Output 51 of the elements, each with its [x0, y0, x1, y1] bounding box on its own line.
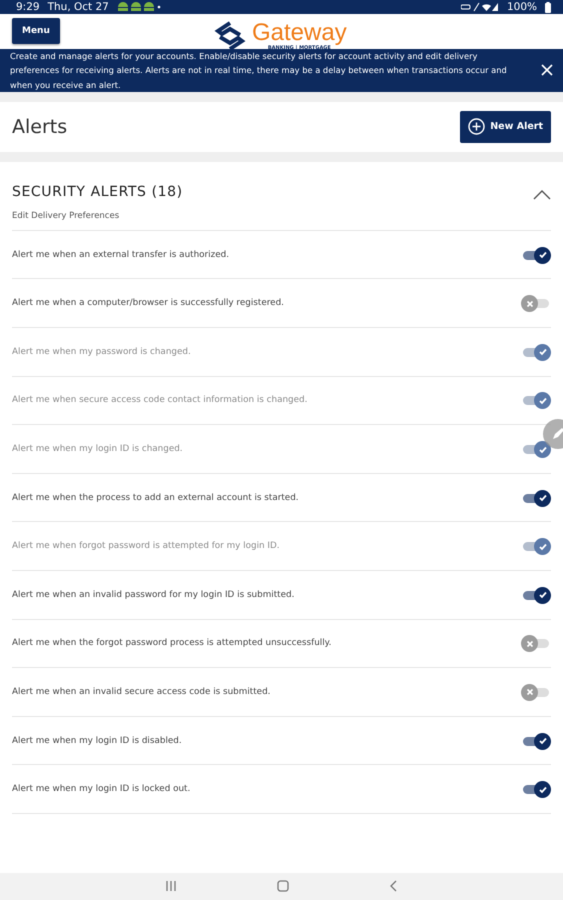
x-icon [526, 688, 534, 696]
check-icon [538, 396, 548, 406]
plus-circle-icon [468, 118, 486, 136]
pencil-icon [551, 427, 563, 441]
check-icon [538, 590, 548, 600]
x-icon [526, 300, 534, 308]
x-icon [526, 640, 534, 648]
alert-label: Alert me when the process to add an external account is started. [12, 492, 299, 503]
alert-label: Alert me when my password is changed. [12, 346, 191, 357]
new-alert-button[interactable]: New Alert [460, 110, 551, 143]
home-icon[interactable] [276, 880, 288, 892]
check-icon [538, 784, 548, 795]
toggle-switch[interactable] [521, 780, 551, 798]
alert-label: Alert me when an invalid secure access code is submitted. [12, 686, 270, 697]
alert-label: Alert me when an external transfer is authorized. [12, 250, 230, 260]
toggle-switch[interactable] [521, 682, 551, 701]
toggle-switch[interactable] [521, 488, 551, 507]
menu-button[interactable]: Menu [12, 18, 60, 44]
alert-label: Alert me when secure access code contact information is changed. [12, 395, 308, 406]
close-icon[interactable] [541, 64, 553, 76]
alert-label: Alert me when my login ID is disabled. [12, 736, 182, 746]
toggle-switch[interactable] [521, 732, 551, 750]
check-icon [538, 493, 548, 504]
alert-label: Alert me when the forgot password process is attempted unsuccessfully. [12, 638, 332, 648]
alert-label: Alert me when a computer/browser is successfully registered. [12, 298, 284, 308]
alert-label: Alert me when an invalid password for my login ID is submitted. [12, 590, 294, 600]
edit-delivery-preferences-link[interactable]: Edit Delivery Preferences [12, 202, 120, 230]
clock: 9:29 [16, 1, 40, 14]
recent-apps-icon[interactable] [164, 880, 176, 892]
page-title: Alerts [12, 116, 68, 138]
toggle-switch[interactable] [521, 586, 551, 604]
alert-label: Alert me when forgot password is attempted for my login ID. [12, 541, 280, 552]
toggle-switch[interactable] [521, 294, 551, 312]
section-title: SECURITY ALERTS (18) [12, 184, 183, 200]
back-icon[interactable] [388, 880, 398, 892]
logo-name: Gateway [252, 21, 347, 46]
toggle-switch[interactable] [521, 246, 551, 264]
check-icon [538, 736, 548, 746]
toggle-switch[interactable] [521, 634, 551, 652]
signal-icons [460, 2, 499, 12]
alert-label: Alert me when my login ID is changed. [12, 444, 183, 454]
battery-level: 100% [506, 1, 537, 14]
chevron-icon[interactable] [533, 190, 551, 200]
check-icon [538, 347, 548, 358]
android-icons [116, 2, 161, 12]
check-icon [538, 250, 548, 260]
banner-text: Create and manage alerts for your accounts. Enable/disable security alerts for account activity and edit delivery preferences for receiving alerts. Alerts are not in real time, there may be a delay between when transactions occur and when you receive an alert. [10, 50, 508, 92]
check-icon [538, 542, 548, 552]
alert-label: Alert me when my login ID is locked out. [12, 784, 190, 794]
check-icon [538, 444, 548, 455]
date: Thu, Oct 27 [48, 1, 109, 14]
